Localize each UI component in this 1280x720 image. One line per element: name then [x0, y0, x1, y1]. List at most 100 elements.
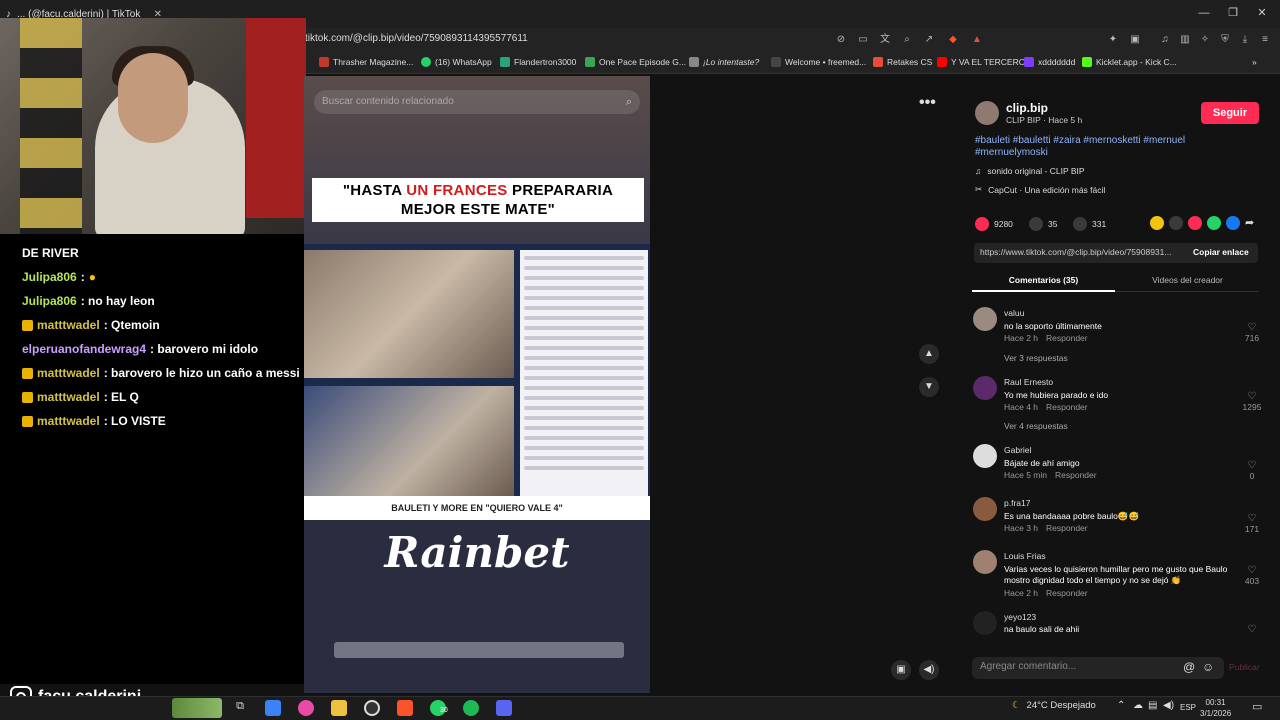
rewards-icon[interactable]: ▲ — [970, 33, 984, 47]
discord-icon[interactable] — [496, 700, 512, 716]
weather-widget[interactable]: ☾ 24°C Despejado — [1012, 700, 1096, 711]
comment-author[interactable]: Gabriel — [1004, 445, 1031, 455]
sound-line[interactable]: ♫ sonido original - CLIP BIP — [975, 166, 1085, 176]
comment-like[interactable]: ♡ 1295 — [1236, 391, 1268, 412]
app-icon[interactable] — [298, 700, 314, 716]
bookmark-item[interactable]: Welcome • freemed... — [771, 57, 866, 67]
comment-author[interactable]: yeyo123 — [1004, 612, 1036, 622]
post-comment-button[interactable]: Publicar — [1229, 662, 1260, 672]
tab-creator-videos[interactable]: Videos del creador — [1116, 270, 1259, 292]
obs-icon[interactable] — [364, 700, 380, 716]
comment-author[interactable]: valuu — [1004, 308, 1024, 318]
brave-shield-icon[interactable]: ◆ — [946, 33, 960, 47]
notifications-icon[interactable]: ▭ — [1252, 700, 1262, 713]
reply-button[interactable]: Responder — [1046, 588, 1088, 598]
avatar[interactable] — [973, 307, 997, 331]
avatar[interactable] — [973, 444, 997, 468]
comment-author[interactable]: Raul Ernesto — [1004, 377, 1053, 387]
language-indicator[interactable]: ESP — [1180, 703, 1196, 712]
store-icon[interactable] — [265, 700, 281, 716]
menu-icon[interactable]: ≡ — [1258, 33, 1272, 47]
video-player[interactable]: Buscar contenido relacionado ⌕ "HASTA UN… — [304, 76, 650, 693]
avatar[interactable] — [973, 550, 997, 574]
like-count[interactable]: 9280 — [975, 217, 1013, 231]
comment-input[interactable]: Agregar comentario... — [980, 661, 1076, 672]
save-count[interactable]: 331 — [1073, 217, 1106, 231]
more-options-icon[interactable]: ••• — [919, 94, 936, 112]
share-friends-icon[interactable] — [1150, 216, 1164, 230]
speaker-icon[interactable]: ◀) — [1163, 700, 1174, 711]
view-replies-button[interactable]: Ver 4 respuestas — [1004, 421, 1068, 431]
whatsapp-share-icon[interactable] — [1207, 216, 1221, 230]
reply-button[interactable]: Responder — [1055, 470, 1097, 480]
leo-icon[interactable]: ✧ — [1198, 33, 1212, 47]
bookmark-item[interactable]: One Pace Episode G... — [585, 57, 686, 67]
view-replies-button[interactable]: Ver 3 respuestas — [1004, 353, 1068, 363]
url-field[interactable]: tiktok.com/@clip.bip/video/7590893114395… — [305, 33, 528, 44]
clock[interactable]: 00:31 3/1/2026 — [1200, 697, 1231, 719]
avatar[interactable] — [973, 611, 997, 635]
previous-video-icon[interactable]: ▲ — [919, 344, 939, 364]
author-name[interactable]: clip.bip — [1006, 101, 1048, 115]
facebook-icon[interactable] — [1226, 216, 1240, 230]
tray-chevron-icon[interactable]: ⌃ — [1117, 700, 1125, 711]
file-explorer-icon[interactable] — [331, 700, 347, 716]
media-icon[interactable]: ♫ — [1158, 33, 1172, 47]
copy-link-button[interactable]: Copiar enlace — [1193, 247, 1249, 257]
share-icon[interactable]: ↗ — [922, 33, 936, 47]
bookmark-item[interactable]: xddddddd — [1024, 57, 1075, 67]
next-video-icon[interactable]: ▼ — [919, 377, 939, 397]
volume-icon[interactable]: ◀) — [919, 660, 939, 680]
reply-button[interactable]: Responder — [1046, 523, 1088, 533]
comment-count[interactable]: 35 — [1029, 217, 1057, 231]
onedrive-icon[interactable]: ☁ — [1133, 700, 1143, 711]
bookmark-item[interactable]: Retakes CS — [873, 57, 932, 67]
bookmark-item[interactable]: Y VA EL TERCERO — [937, 57, 1025, 67]
bookmark-item[interactable]: Thrasher Magazine... — [319, 57, 413, 67]
bookmark-item[interactable]: ¡Lo intentaste? — [689, 57, 759, 67]
reply-button[interactable]: Responder — [1046, 333, 1088, 343]
comment-like[interactable]: ♡ 171 — [1236, 513, 1268, 534]
avatar[interactable] — [973, 376, 997, 400]
zoom-icon[interactable]: ⌕ — [900, 33, 914, 47]
cast-icon[interactable]: ▭ — [856, 33, 870, 47]
send-icon[interactable] — [1188, 216, 1202, 230]
more-bookmarks-icon[interactable]: » — [1252, 57, 1257, 67]
brave-icon[interactable] — [397, 700, 413, 716]
reply-button[interactable]: Responder — [1046, 402, 1088, 412]
close-window-icon[interactable]: ✕ — [1255, 6, 1269, 20]
pip-icon[interactable]: ▣ — [891, 660, 911, 680]
author-avatar[interactable] — [975, 101, 999, 125]
bookmark-item[interactable]: Flandertron3000 — [500, 57, 576, 67]
more-share-icon[interactable]: ➦ — [1245, 216, 1259, 230]
search-widget[interactable] — [172, 698, 222, 718]
reader-icon[interactable]: ⊘ — [834, 33, 848, 47]
spotify-icon[interactable] — [463, 700, 479, 716]
mention-icon[interactable]: @ — [1183, 660, 1195, 674]
emoji-icon[interactable]: ☺ — [1202, 660, 1214, 674]
follow-button[interactable]: Seguir — [1201, 102, 1259, 124]
related-search-input[interactable]: Buscar contenido relacionado ⌕ — [314, 90, 640, 114]
comment-like[interactable]: ♡ — [1236, 624, 1268, 638]
capcut-line[interactable]: ✂ CapCut · Una edición más fácil — [975, 184, 1105, 195]
video-link[interactable]: https://www.tiktok.com/@clip.bip/video/7… — [980, 247, 1180, 257]
maximize-icon[interactable]: ❐ — [1226, 6, 1240, 20]
extensions-icon[interactable]: ✦ — [1106, 33, 1120, 47]
sidebar-icon[interactable]: ▥ — [1178, 33, 1192, 47]
comment-author[interactable]: Louis Frias — [1004, 551, 1046, 561]
bookmark-item[interactable]: (16) WhatsApp — [421, 57, 492, 67]
vpn-icon[interactable]: ⛨ — [1218, 33, 1232, 47]
comment-author[interactable]: p.fra17 — [1004, 498, 1030, 508]
task-view-icon[interactable]: ⧉ — [232, 700, 248, 716]
network-icon[interactable]: ▤ — [1148, 700, 1157, 711]
comment-like[interactable]: ♡ 0 — [1236, 460, 1268, 481]
avatar[interactable] — [973, 497, 997, 521]
bookmark-item[interactable]: Kicklet.app - Kick C... — [1082, 57, 1177, 67]
embed-icon[interactable] — [1169, 216, 1183, 230]
minimize-icon[interactable]: — — [1197, 6, 1211, 20]
translate-icon[interactable]: 文 — [878, 33, 892, 47]
wallet-icon[interactable]: ▣ — [1128, 33, 1142, 47]
search-icon[interactable]: ⌕ — [626, 90, 632, 114]
tab-comments[interactable]: Comentarios (35) — [972, 270, 1115, 292]
download-icon[interactable]: ⤓ — [1238, 33, 1252, 47]
